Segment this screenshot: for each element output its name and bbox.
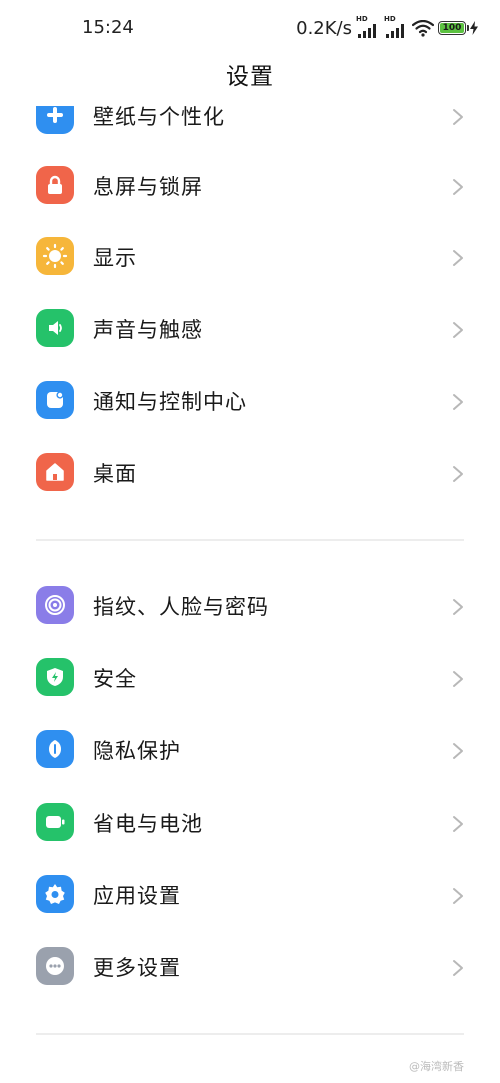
notification-icon [36,381,74,419]
settings-item-more[interactable]: 更多设置 [0,931,500,1003]
fingerprint-icon [36,586,74,624]
settings-item-apps[interactable]: 应用设置 [0,859,500,931]
settings-item-lockscreen[interactable]: 息屏与锁屏 [0,150,500,222]
speaker-icon [36,309,74,347]
section-divider [36,539,464,541]
watermark: @海湾新香 [409,1060,464,1073]
network-speed: 0.2K/s [296,17,352,39]
privacy-icon [36,730,74,768]
settings-item-sound[interactable]: 声音与触感 [0,293,500,365]
settings-item-label: 显示 [93,246,137,270]
chevron-right-icon [453,960,463,976]
more-icon [36,947,74,985]
chevron-right-icon [453,671,463,687]
settings-item-label: 指纹、人脸与密码 [93,595,269,619]
settings-item-label: 应用设置 [93,884,181,908]
chevron-right-icon [453,109,463,125]
page-header: 设置 [0,58,500,106]
chevron-right-icon [453,599,463,615]
settings-item-label: 隐私保护 [93,739,181,763]
status-icons: 0.2K/s HD HD 100 [296,15,478,40]
settings-item-label: 安全 [93,667,137,691]
signal-icon: HD [384,15,408,38]
settings-item-desktop[interactable]: 桌面 [0,437,500,509]
settings-item-display[interactable]: 显示 [0,221,500,293]
status-bar: 15:24 0.2K/s HD HD 100 [0,0,500,58]
settings-item-security[interactable]: 安全 [0,642,500,714]
charging-icon [470,21,478,35]
chevron-right-icon [453,743,463,759]
battery-indicator: 100 [438,21,469,35]
settings-screen: 壁纸与个性化 息屏与锁屏 显示 声音与触感 通知与控制中心 桌面 指纹、人脸与密… [0,0,500,1083]
section-divider [36,1033,464,1035]
page-title: 设置 [226,64,274,90]
hd-label: HD [384,15,396,23]
lock-icon [36,166,74,204]
wifi-icon [412,19,434,37]
settings-item-label: 桌面 [93,462,137,486]
chevron-right-icon [453,888,463,904]
settings-item-label: 通知与控制中心 [93,390,247,414]
shield-icon [36,658,74,696]
chevron-right-icon [453,250,463,266]
settings-item-battery[interactable]: 省电与电池 [0,787,500,859]
gear-icon [36,875,74,913]
chevron-right-icon [453,466,463,482]
settings-item-fingerprint[interactable]: 指纹、人脸与密码 [0,570,500,642]
settings-item-notifications[interactable]: 通知与控制中心 [0,365,500,437]
battery-level: 100 [440,23,464,33]
home-icon [36,453,74,491]
chevron-right-icon [453,816,463,832]
chevron-right-icon [453,322,463,338]
sun-icon [36,237,74,275]
chevron-right-icon [453,394,463,410]
battery-icon [36,803,74,841]
hd-label: HD [356,15,368,23]
signal-icon: HD [356,15,380,38]
settings-item-label: 更多设置 [93,956,181,980]
chevron-right-icon [453,179,463,195]
settings-item-privacy[interactable]: 隐私保护 [0,714,500,786]
settings-item-label: 息屏与锁屏 [93,175,203,199]
settings-item-label: 声音与触感 [93,318,203,342]
settings-item-label: 省电与电池 [93,812,203,836]
status-time: 15:24 [82,17,134,38]
